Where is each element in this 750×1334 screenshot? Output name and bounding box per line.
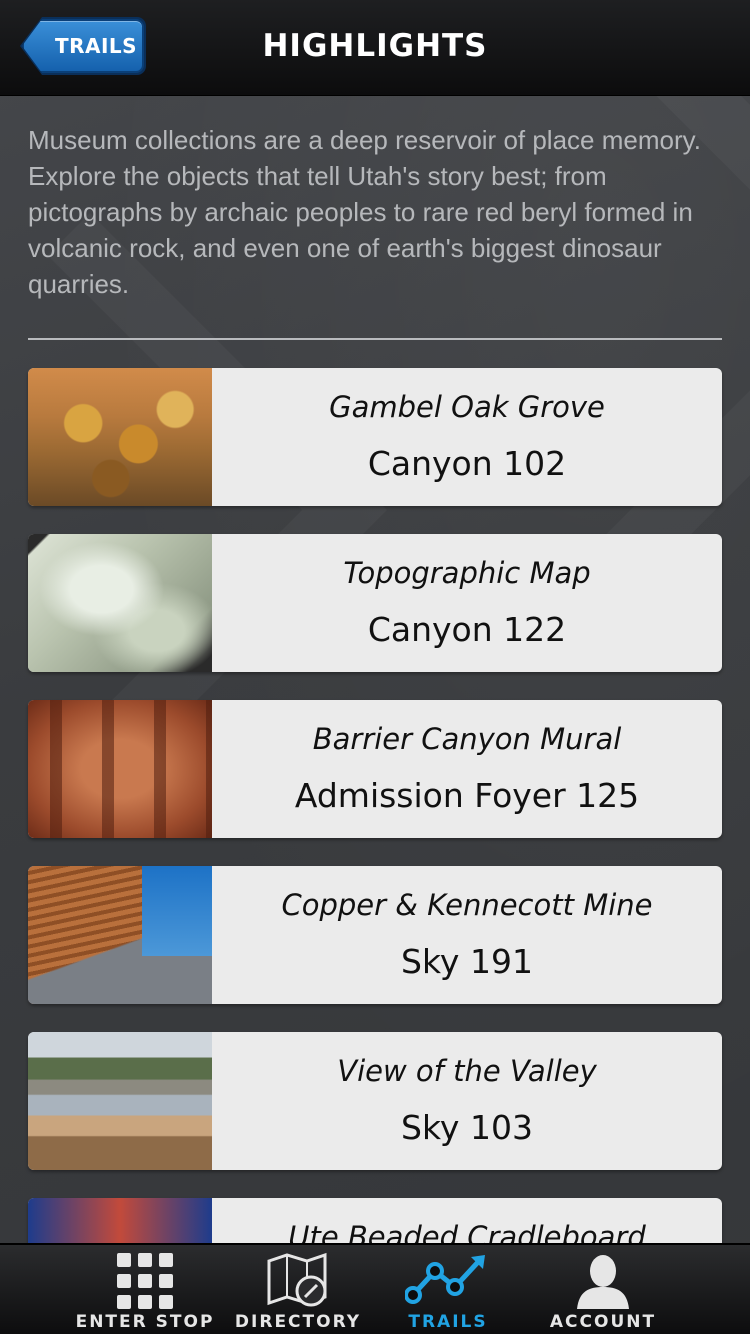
item-location: Sky 191 — [401, 942, 533, 981]
list-item-barrier-canyon-mural[interactable]: Barrier Canyon Mural Admission Foyer 125 — [28, 700, 722, 838]
item-title: View of the Valley — [337, 1054, 597, 1088]
valley-view-photo — [28, 1032, 212, 1170]
tab-trails[interactable]: TRAILS — [373, 1245, 523, 1334]
tab-label: ACCOUNT — [549, 1312, 657, 1332]
page-title: HIGHLIGHTS — [262, 28, 488, 64]
item-title: Topographic Map — [343, 556, 591, 590]
divider — [28, 338, 722, 340]
list-item-topographic-map[interactable]: Topographic Map Canyon 122 — [28, 534, 722, 672]
intro-text: Museum collections are a deep reservoir … — [28, 125, 701, 299]
gambel-oak-photo — [28, 368, 212, 506]
tab-enter-stop[interactable]: ENTER STOP — [70, 1245, 220, 1334]
list-item-view-of-the-valley[interactable]: View of the Valley Sky 103 — [28, 1032, 722, 1170]
tab-bar: ENTER STOP DIRECTORY TRAILS ACCOUNT — [0, 1243, 750, 1334]
pictograph-mural-photo — [28, 700, 212, 838]
item-location: Canyon 102 — [367, 444, 567, 483]
nav-header: TRAILS HIGHLIGHTS — [0, 0, 750, 96]
map-compass-icon — [267, 1252, 327, 1307]
trail-graph-icon — [405, 1255, 485, 1304]
item-location: Sky 103 — [401, 1108, 533, 1147]
item-location: Admission Foyer 125 — [294, 776, 640, 815]
item-title: Barrier Canyon Mural — [312, 722, 622, 756]
item-text: View of the Valley Sky 103 — [212, 1032, 722, 1170]
item-location: Canyon 122 — [367, 610, 567, 649]
topographic-map-photo — [28, 534, 212, 672]
tab-directory[interactable]: DIRECTORY — [223, 1245, 373, 1334]
keypad-icon — [117, 1253, 173, 1309]
list-item-copper-kennecott-mine[interactable]: Copper & Kennecott Mine Sky 191 — [28, 866, 722, 1004]
item-text: Gambel Oak Grove Canyon 102 — [212, 368, 722, 506]
item-text: Copper & Kennecott Mine Sky 191 — [212, 866, 722, 1004]
item-title: Copper & Kennecott Mine — [281, 888, 653, 922]
person-icon — [577, 1255, 629, 1309]
app-screen: TRAILS HIGHLIGHTS Museum collections are… — [0, 0, 750, 1334]
list-item-gambel-oak-grove[interactable]: Gambel Oak Grove Canyon 102 — [28, 368, 722, 506]
copper-building-photo — [28, 866, 212, 1004]
item-text: Barrier Canyon Mural Admission Foyer 125 — [212, 700, 722, 838]
item-title: Gambel Oak Grove — [329, 390, 605, 424]
item-text: Topographic Map Canyon 122 — [212, 534, 722, 672]
tab-account[interactable]: ACCOUNT — [528, 1245, 678, 1334]
